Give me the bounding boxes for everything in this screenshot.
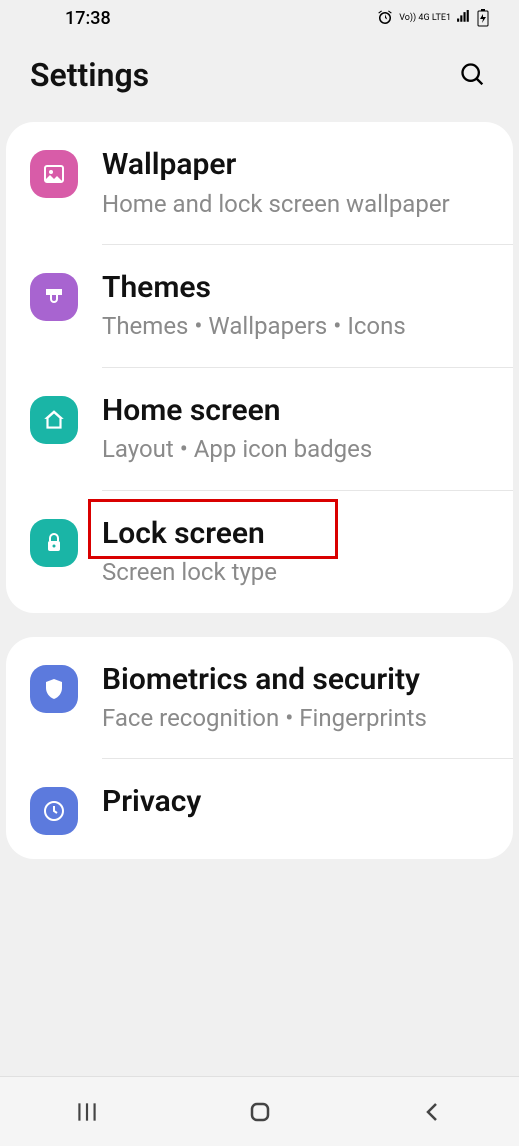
item-title: Home screen	[102, 392, 483, 430]
settings-item-privacy[interactable]: Privacy	[6, 759, 513, 859]
home-button[interactable]	[220, 1092, 300, 1132]
item-title: Biometrics and security	[102, 661, 483, 699]
item-subtitle: Screen lock type	[102, 556, 483, 588]
status-time: 17:38	[65, 8, 111, 29]
lock-icon	[30, 519, 78, 567]
item-title: Themes	[102, 269, 483, 307]
navigation-bar	[0, 1076, 519, 1146]
back-icon	[421, 1100, 445, 1124]
page-title: Settings	[30, 56, 149, 94]
settings-item-biometrics[interactable]: Biometrics and security Face recognition…	[6, 637, 513, 759]
status-icons: Vo)) 4G LTE1	[376, 9, 489, 27]
back-button[interactable]	[393, 1092, 473, 1132]
item-subtitle: Home and lock screen wallpaper	[102, 188, 483, 220]
recents-button[interactable]	[47, 1092, 127, 1132]
search-button[interactable]	[457, 59, 489, 91]
network-label: Vo)) 4G LTE1	[399, 14, 451, 23]
privacy-icon	[30, 787, 78, 835]
settings-group: Wallpaper Home and lock screen wallpaper…	[6, 122, 513, 613]
settings-item-themes[interactable]: Themes Themes • Wallpapers • Icons	[6, 245, 513, 367]
settings-group: Biometrics and security Face recognition…	[6, 637, 513, 860]
item-content: Biometrics and security Face recognition…	[102, 661, 483, 735]
item-content: Home screen Layout • App icon badges	[102, 392, 483, 466]
item-content: Wallpaper Home and lock screen wallpaper	[102, 146, 483, 220]
home-nav-icon	[248, 1100, 272, 1124]
signal-icon	[456, 10, 472, 26]
item-subtitle: Layout • App icon badges	[102, 433, 483, 465]
header: Settings	[0, 36, 519, 122]
battery-icon	[477, 9, 489, 27]
brush-icon	[30, 273, 78, 321]
settings-list[interactable]: Wallpaper Home and lock screen wallpaper…	[0, 122, 519, 1070]
item-content: Lock screen Screen lock type	[102, 515, 483, 589]
item-title: Wallpaper	[102, 146, 483, 184]
item-content: Themes Themes • Wallpapers • Icons	[102, 269, 483, 343]
picture-icon	[30, 150, 78, 198]
status-bar: 17:38 Vo)) 4G LTE1	[0, 0, 519, 36]
recents-icon	[74, 1099, 100, 1125]
item-content: Privacy	[102, 783, 483, 825]
search-icon	[459, 61, 487, 89]
settings-item-lock-screen[interactable]: Lock screen Screen lock type	[6, 491, 513, 613]
alarm-icon	[376, 9, 394, 27]
item-title: Lock screen	[102, 515, 483, 553]
item-title: Privacy	[102, 783, 483, 821]
shield-icon	[30, 665, 78, 713]
item-subtitle: Themes • Wallpapers • Icons	[102, 310, 483, 342]
item-subtitle: Face recognition • Fingerprints	[102, 702, 483, 734]
home-icon	[30, 396, 78, 444]
settings-item-wallpaper[interactable]: Wallpaper Home and lock screen wallpaper	[6, 122, 513, 244]
settings-item-home-screen[interactable]: Home screen Layout • App icon badges	[6, 368, 513, 490]
